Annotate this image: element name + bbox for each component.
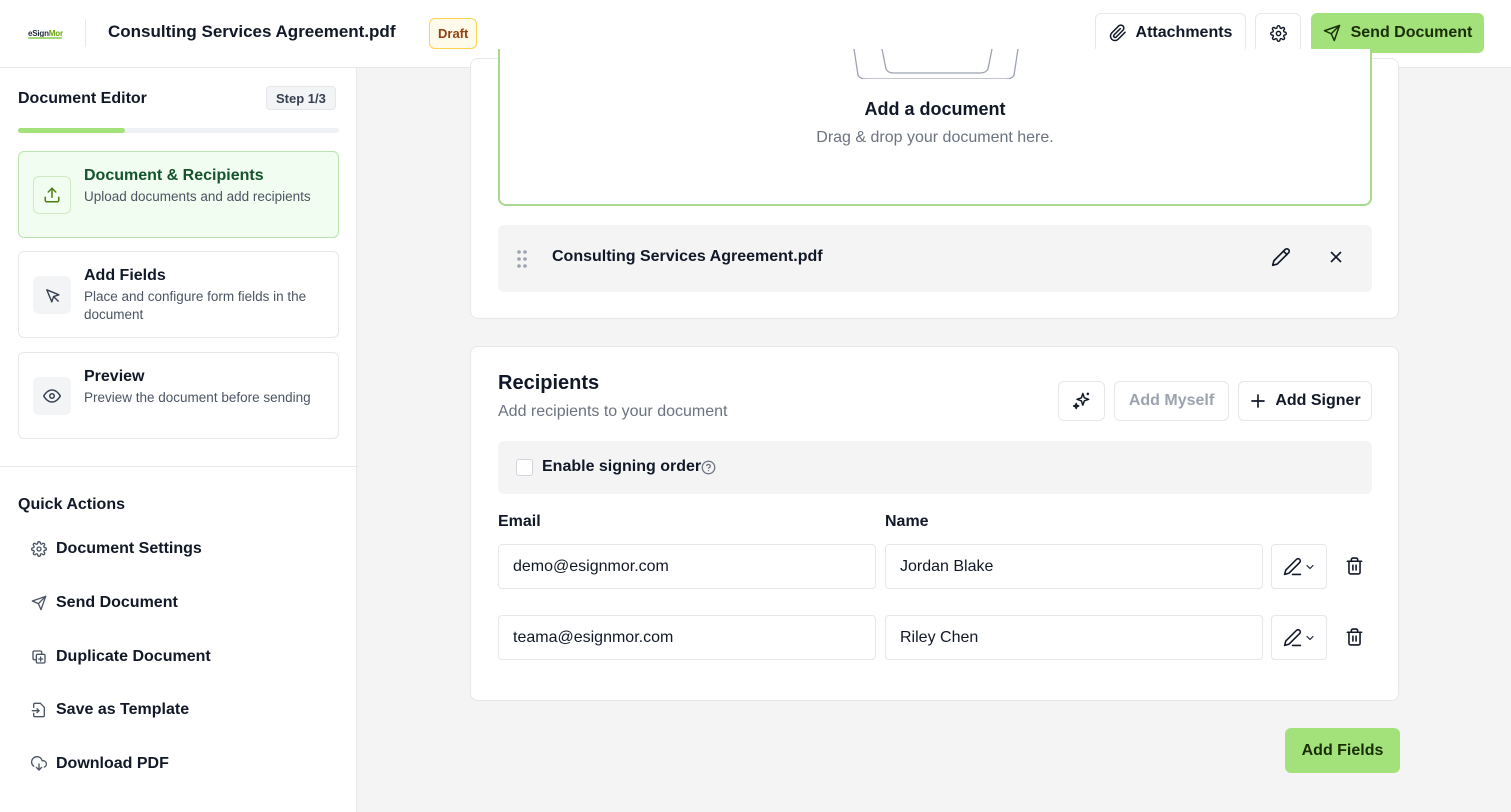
logo-underline (28, 37, 62, 39)
dropzone-title: Add a document (864, 99, 1006, 119)
pencil-icon[interactable] (1271, 247, 1291, 267)
document-stack-icon (853, 49, 1019, 79)
name-column-header: Name (885, 513, 929, 530)
help-circle-icon[interactable] (701, 460, 716, 475)
document-card: Add a document Drag & drop your document… (470, 49, 1399, 319)
recipients-card: Recipients Add recipients to your docume… (470, 346, 1399, 701)
quick-action-label: Send Document (56, 594, 178, 611)
template-icon (31, 702, 47, 718)
gear-icon (31, 541, 47, 557)
cursor-icon (33, 276, 71, 314)
paperclip-icon (1109, 24, 1127, 42)
settings-button[interactable] (1255, 13, 1301, 53)
add-signer-label: Add Signer (1275, 392, 1361, 409)
uploaded-file-row: Consulting Services Agreement.pdf (498, 225, 1372, 292)
signing-order-checkbox[interactable] (516, 459, 533, 476)
dropzone-subtitle: Drag & drop your document here. (816, 129, 1054, 146)
recipient-email-input[interactable] (498, 544, 876, 589)
quick-action-label: Save as Template (56, 701, 190, 718)
step-add-fields[interactable]: Add Fields Place and configure form fiel… (18, 251, 339, 338)
email-column-header: Email (498, 513, 541, 530)
pen-icon (1283, 557, 1302, 576)
delete-recipient-button[interactable] (1344, 555, 1364, 577)
quick-action-download-pdf[interactable]: Download PDF (18, 746, 339, 782)
recipient-name-input[interactable] (885, 544, 1263, 589)
recipient-name-input[interactable] (885, 615, 1263, 660)
send-document-button[interactable]: Send Document (1311, 13, 1484, 53)
step-description: Upload documents and add recipients (84, 189, 311, 204)
chevron-down-icon (1304, 561, 1316, 573)
step-description: Place and configure form fields in the d… (84, 289, 307, 322)
trash-icon (1345, 627, 1364, 647)
plus-icon (1249, 392, 1267, 410)
quick-action-save-template[interactable]: Save as Template (18, 692, 339, 728)
step-title: Preview (84, 368, 145, 385)
recipient-email-input[interactable] (498, 615, 876, 660)
quick-actions-title: Quick Actions (18, 496, 125, 513)
step-preview[interactable]: Preview Preview the document before send… (18, 352, 339, 439)
recipient-role-dropdown[interactable] (1271, 615, 1327, 660)
ai-suggest-button[interactable] (1058, 381, 1105, 421)
step-title: Add Fields (84, 267, 166, 284)
add-myself-button[interactable]: Add Myself (1114, 381, 1229, 421)
download-icon (31, 756, 47, 772)
sidebar-divider (0, 466, 357, 467)
drag-handle-icon[interactable] (516, 249, 528, 269)
quick-action-label: Document Settings (56, 540, 202, 557)
delete-recipient-button[interactable] (1344, 626, 1364, 648)
add-signer-button[interactable]: Add Signer (1238, 381, 1372, 421)
attachments-button[interactable]: Attachments (1095, 13, 1246, 53)
eye-icon (33, 377, 71, 415)
app-logo[interactable]: eSign Mor (28, 24, 66, 42)
recipients-subtitle: Add recipients to your document (498, 403, 728, 420)
step-document-recipients[interactable]: Document & Recipients Upload documents a… (18, 151, 339, 238)
signing-order-row: Enable signing order (498, 441, 1372, 494)
chevron-down-icon (1304, 632, 1316, 644)
document-dropzone[interactable]: Add a document Drag & drop your document… (498, 49, 1372, 206)
quick-action-label: Download PDF (56, 755, 169, 772)
add-fields-button[interactable]: Add Fields (1285, 728, 1400, 773)
pen-icon (1283, 628, 1302, 647)
step-indicator: Step 1/3 (266, 86, 336, 110)
step-title: Document & Recipients (84, 167, 264, 184)
send-icon (31, 595, 47, 611)
document-title: Consulting Services Agreement.pdf (108, 22, 396, 41)
header-divider (85, 19, 86, 47)
main-content: Add a document Drag & drop your document… (357, 49, 1511, 812)
recipients-title: Recipients (498, 372, 600, 394)
close-icon[interactable] (1327, 248, 1345, 266)
gear-icon (1269, 24, 1287, 42)
quick-action-document-settings[interactable]: Document Settings (18, 531, 339, 567)
status-badge: Draft (429, 18, 478, 49)
sidebar-title: Document Editor (18, 90, 147, 107)
quick-action-label: Duplicate Document (56, 648, 211, 665)
recipient-role-dropdown[interactable] (1271, 544, 1327, 589)
quick-action-send-document[interactable]: Send Document (18, 585, 339, 621)
duplicate-icon (31, 649, 47, 665)
send-icon (1323, 24, 1341, 42)
upload-icon (33, 176, 71, 214)
trash-icon (1345, 556, 1364, 576)
attachments-label: Attachments (1135, 24, 1233, 41)
send-document-label: Send Document (1350, 24, 1473, 41)
step-description: Preview the document before sending (84, 390, 311, 405)
sidebar: Document Editor Step 1/3 Document & Reci… (0, 68, 357, 812)
quick-action-duplicate-document[interactable]: Duplicate Document (18, 639, 339, 675)
sparkle-icon (1072, 391, 1092, 411)
progress-bar (18, 128, 339, 133)
uploaded-file-name: Consulting Services Agreement.pdf (552, 248, 823, 265)
progress-fill (18, 128, 125, 133)
signing-order-label: Enable signing order (542, 458, 702, 475)
